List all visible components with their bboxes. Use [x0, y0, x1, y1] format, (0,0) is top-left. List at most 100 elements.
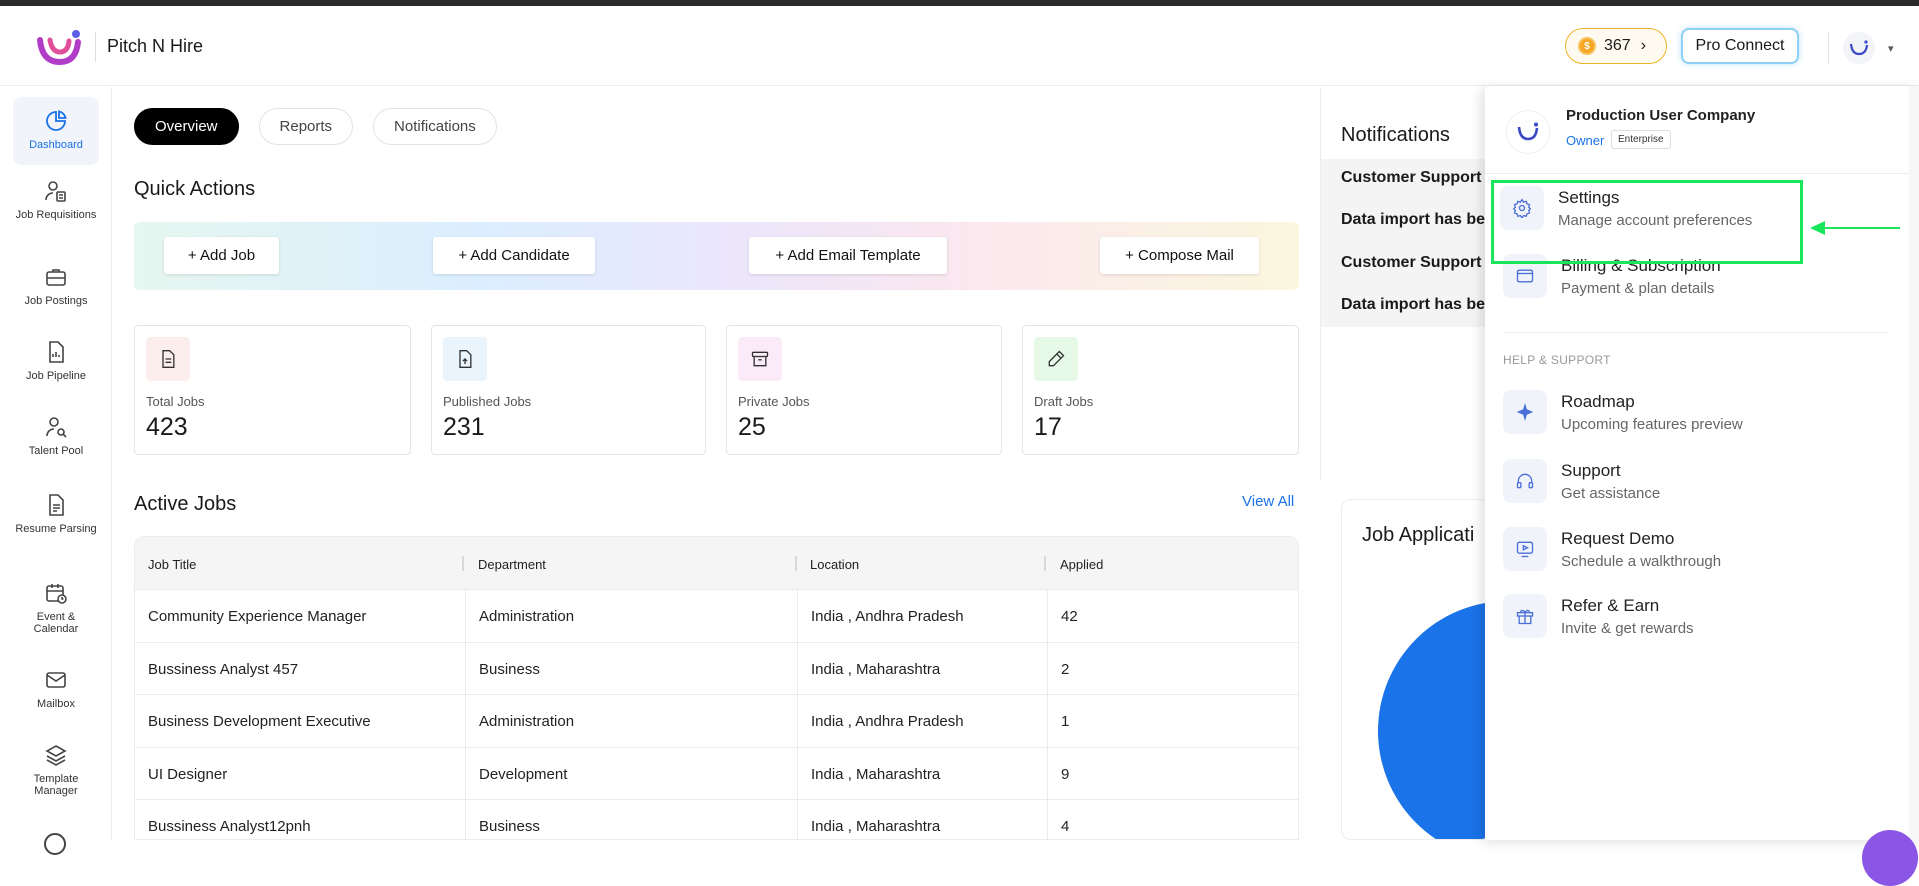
- cell-department: Administration: [479, 608, 575, 625]
- archive-icon: [738, 337, 782, 381]
- stat-card-draft-jobs[interactable]: Draft Jobs 17: [1022, 325, 1299, 455]
- column-header[interactable]: Job Title: [148, 557, 196, 572]
- cell-location: India , Maharashtra: [811, 818, 941, 835]
- sidebar-item-job-requisitions[interactable]: Job Requisitions: [13, 179, 99, 221]
- stat-card-total-jobs[interactable]: Total Jobs 423: [134, 325, 411, 455]
- tab-overview[interactable]: Overview: [134, 108, 239, 145]
- table-row[interactable]: Community Experience Manager Administrat…: [135, 589, 1298, 642]
- sidebar-item-label: Mailbox: [37, 698, 75, 710]
- menu-item-subtitle: Schedule a walkthrough: [1561, 553, 1722, 570]
- compose-mail-button[interactable]: + Compose Mail: [1100, 237, 1259, 274]
- cell-applied: 4: [1061, 818, 1070, 835]
- annotation-arrow-icon: [1810, 221, 1825, 235]
- sidebar-item-partial[interactable]: [44, 833, 66, 855]
- job-applications-chart-card: Job Applicati: [1341, 499, 1491, 840]
- add-candidate-button[interactable]: + Add Candidate: [433, 237, 595, 274]
- layers-icon: [45, 745, 67, 766]
- brand-name: Pitch N Hire: [107, 36, 204, 56]
- table-header: Job Title Department Location Applied: [135, 537, 1298, 589]
- cell-applied: 9: [1061, 766, 1070, 783]
- add-email-template-button[interactable]: + Add Email Template: [749, 237, 947, 274]
- cell-location: India , Maharashtra: [811, 661, 941, 678]
- plan-badge: Enterprise: [1611, 130, 1671, 149]
- brand-divider: [95, 32, 96, 62]
- sidebar-item-template-manager[interactable]: Template Manager: [13, 743, 99, 797]
- stat-card-published-jobs[interactable]: Published Jobs 231: [431, 325, 706, 455]
- tab-reports[interactable]: Reports: [258, 108, 354, 145]
- sidebar-item-event-calendar[interactable]: Event & Calendar: [13, 581, 99, 635]
- notification-item[interactable]: Data import has be: [1341, 211, 1485, 229]
- brand-logo[interactable]: [36, 28, 82, 66]
- sidebar-item-talent-pool[interactable]: Talent Pool: [13, 415, 99, 457]
- top-header: Pitch N Hire $ 367 › Pro Connect ▾: [0, 6, 1919, 86]
- sidebar-item-mailbox[interactable]: Mailbox: [13, 668, 99, 710]
- request-demo-menu-item[interactable]: Request Demo Schedule a walkthrough: [1503, 519, 1893, 579]
- sidebar-item-label: Dashboard: [29, 139, 83, 151]
- coin-icon: $: [1578, 37, 1596, 55]
- chart-title: Job Applicati: [1362, 524, 1475, 546]
- menu-item-title: Refer & Earn: [1561, 596, 1660, 615]
- stat-value: 25: [738, 413, 766, 441]
- chevron-down-icon[interactable]: ▾: [1888, 42, 1894, 55]
- gift-icon: [1503, 594, 1547, 638]
- column-header[interactable]: Applied: [1060, 557, 1103, 572]
- pencil-icon: [1034, 337, 1078, 381]
- sidebar-item-job-pipeline[interactable]: Job Pipeline: [13, 340, 99, 382]
- headset-icon: [1503, 459, 1547, 503]
- pie-chart-icon: [46, 110, 67, 131]
- header-divider: [1828, 32, 1829, 64]
- sidebar-item-dashboard[interactable]: Dashboard: [13, 97, 99, 165]
- dropdown-divider: [1503, 332, 1889, 333]
- active-jobs-table: Job Title Department Location Applied Co…: [134, 536, 1299, 840]
- stat-label: Private Jobs: [738, 394, 810, 409]
- cell-job-title: Business Development Executive: [148, 713, 371, 730]
- refer-earn-menu-item[interactable]: Refer & Earn Invite & get rewards: [1503, 586, 1893, 646]
- menu-item-subtitle: Get assistance: [1561, 485, 1661, 502]
- stat-label: Draft Jobs: [1034, 394, 1094, 409]
- cell-applied: 1: [1061, 713, 1070, 730]
- avatar[interactable]: [1843, 32, 1875, 64]
- mail-icon: [46, 672, 66, 688]
- table-row[interactable]: UI Designer Development India , Maharash…: [135, 747, 1298, 800]
- cell-department: Business: [479, 818, 540, 835]
- stat-value: 423: [146, 413, 188, 441]
- table-row[interactable]: Bussiness Analyst 457 Business India , M…: [135, 642, 1298, 695]
- view-all-link[interactable]: View All: [1242, 493, 1294, 510]
- menu-item-title: Request Demo: [1561, 529, 1675, 548]
- table-row[interactable]: Bussiness Analyst12pnh Business India , …: [135, 799, 1298, 839]
- sidebar-item-label: Talent Pool: [28, 445, 84, 457]
- table-row[interactable]: Business Development Executive Administr…: [135, 694, 1298, 747]
- sidebar-item-label: Job Pipeline: [26, 370, 86, 382]
- pie-slice[interactable]: [1378, 601, 1490, 839]
- help-support-heading: HELP & SUPPORT: [1503, 353, 1611, 367]
- sidebar-item-label: Event & Calendar: [33, 611, 79, 635]
- roadmap-menu-item[interactable]: Roadmap Upcoming features preview: [1503, 382, 1893, 442]
- quick-actions-title: Quick Actions: [134, 178, 256, 200]
- support-menu-item[interactable]: Support Get assistance: [1503, 451, 1893, 511]
- stat-card-private-jobs[interactable]: Private Jobs 25: [726, 325, 1002, 455]
- coins-button[interactable]: $ 367 ›: [1565, 28, 1667, 64]
- user-role: Owner: [1566, 133, 1605, 148]
- notification-item[interactable]: Data import has be: [1341, 296, 1485, 314]
- add-job-button[interactable]: + Add Job: [164, 237, 279, 274]
- company-logo: [1506, 110, 1550, 154]
- stat-label: Total Jobs: [146, 394, 205, 409]
- sidebar-item-job-postings[interactable]: Job Postings: [13, 265, 99, 307]
- sidebar: Dashboard Job Requisitions Job Postings …: [0, 87, 112, 855]
- pro-connect-button[interactable]: Pro Connect: [1681, 28, 1799, 64]
- notification-item[interactable]: Customer Support: [1341, 254, 1481, 272]
- tab-notifications[interactable]: Notifications: [373, 108, 497, 145]
- chat-fab-button[interactable]: [1862, 830, 1918, 886]
- sidebar-item-resume-parsing[interactable]: Resume Parsing: [13, 493, 99, 535]
- stat-value: 17: [1034, 413, 1062, 441]
- file-chart-icon: [49, 341, 64, 363]
- company-name: Production User Company: [1566, 107, 1756, 124]
- column-header[interactable]: Location: [810, 557, 859, 572]
- dropdown-header: Production User Company Owner Enterprise: [1485, 86, 1909, 174]
- column-header[interactable]: Department: [478, 557, 546, 572]
- notification-item[interactable]: Customer Support: [1341, 169, 1481, 187]
- file-text-icon: [146, 337, 190, 381]
- dropdown-scrollbar[interactable]: [1909, 86, 1919, 840]
- active-jobs-title: Active Jobs: [134, 493, 237, 515]
- document-icon: [49, 494, 64, 516]
